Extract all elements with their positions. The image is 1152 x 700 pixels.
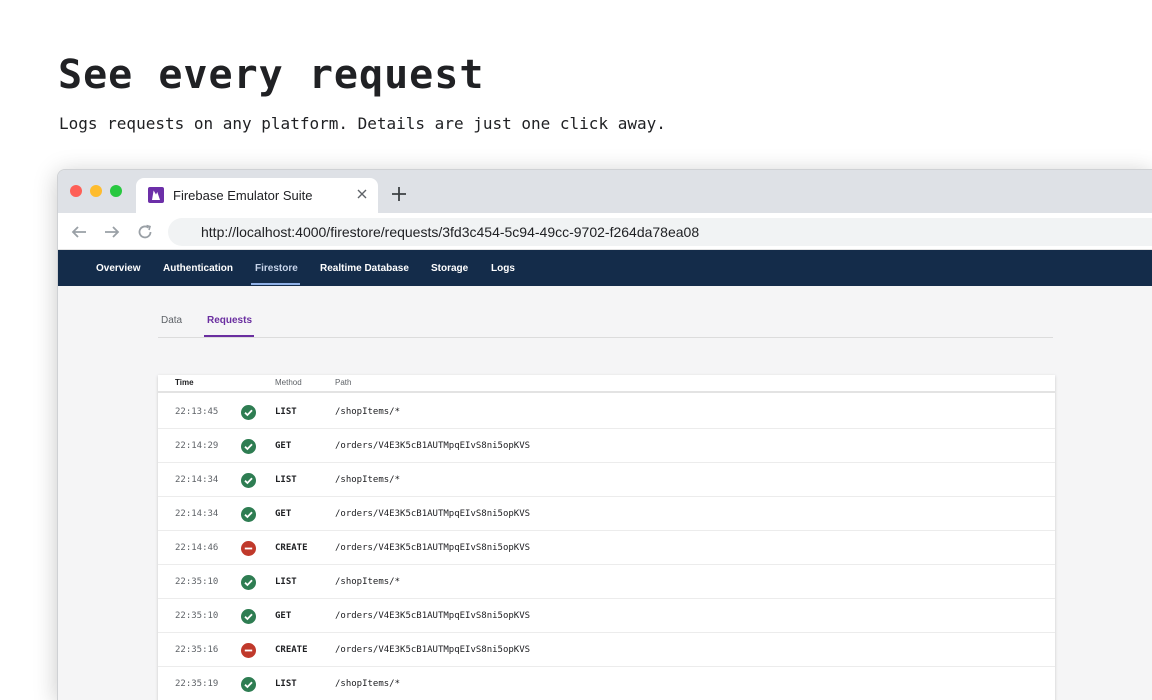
- header-path: Path: [335, 378, 352, 387]
- firebase-favicon-icon: [148, 187, 164, 203]
- nav-item-storage[interactable]: Storage: [431, 250, 468, 286]
- check-circle-icon: [241, 575, 256, 590]
- table-row[interactable]: 22:35:10 GET/orders/V4E3K5cB1AUTMpqEIvS8n…: [158, 599, 1055, 633]
- header-method: Method: [275, 378, 302, 387]
- request-path: /orders/V4E3K5cB1AUTMpqEIvS8ni5opKVS: [335, 543, 531, 553]
- request-time: 22:35:19: [175, 679, 219, 689]
- request-method: GET: [275, 441, 292, 451]
- table-row[interactable]: 22:35:19 LIST/shopItems/*: [158, 667, 1055, 700]
- table-row[interactable]: 22:14:46 CREATE/orders/V4E3K5cB1AUTMpqEIv…: [158, 531, 1055, 565]
- request-method: LIST: [275, 475, 297, 485]
- request-path: /orders/V4E3K5cB1AUTMpqEIvS8ni5opKVS: [335, 611, 531, 621]
- nav-item-authentication[interactable]: Authentication: [163, 250, 233, 286]
- table-row[interactable]: 22:14:29 GET/orders/V4E3K5cB1AUTMpqEIvS8n…: [158, 429, 1055, 463]
- check-circle-icon: [241, 677, 256, 692]
- nav-item-firestore[interactable]: Firestore: [255, 250, 298, 286]
- request-time: 22:35:10: [175, 611, 219, 621]
- app-nav-bar: Overview Authentication Firestore Realti…: [58, 250, 1152, 286]
- table-row[interactable]: 22:14:34 LIST/shopItems/*: [158, 463, 1055, 497]
- check-circle-icon: [241, 507, 256, 522]
- minus-circle-icon: [241, 643, 256, 658]
- tab-data[interactable]: Data: [161, 315, 182, 326]
- request-path: /shopItems/*: [335, 407, 401, 417]
- request-method: LIST: [275, 679, 297, 689]
- request-path: /shopItems/*: [335, 679, 401, 689]
- request-method: LIST: [275, 577, 297, 587]
- check-circle-icon: [241, 439, 256, 454]
- new-tab-icon[interactable]: [390, 185, 408, 203]
- nav-item-realtime-database[interactable]: Realtime Database: [320, 250, 409, 286]
- browser-tabstrip: Firebase Emulator Suite: [58, 170, 1152, 213]
- request-method: GET: [275, 509, 292, 519]
- tab-title: Firebase Emulator Suite: [173, 188, 313, 203]
- nav-active-indicator: [251, 283, 300, 285]
- request-method: CREATE: [275, 645, 308, 655]
- request-method: LIST: [275, 407, 297, 417]
- check-circle-icon: [241, 609, 256, 624]
- request-time: 22:35:10: [175, 577, 219, 587]
- close-window-button[interactable]: [70, 185, 82, 197]
- request-time: 22:13:45: [175, 407, 219, 417]
- hero-title: See every request: [58, 52, 485, 98]
- table-row[interactable]: 22:13:45 LIST/shopItems/*: [158, 395, 1055, 429]
- table-row[interactable]: 22:35:10 LIST/shopItems/*: [158, 565, 1055, 599]
- browser-toolbar: http://localhost:4000/firestore/requests…: [58, 213, 1152, 250]
- minus-circle-icon: [241, 541, 256, 556]
- request-time: 22:14:34: [175, 475, 219, 485]
- request-path: /orders/V4E3K5cB1AUTMpqEIvS8ni5opKVS: [335, 441, 531, 451]
- request-time: 22:14:34: [175, 509, 219, 519]
- maximize-window-button[interactable]: [110, 185, 122, 197]
- browser-window: Firebase Emulator Suite http://localhost…: [57, 169, 1152, 700]
- requests-table: Time Method Path 22:13:45 LIST/shopItems/…: [158, 375, 1055, 700]
- request-time: 22:14:46: [175, 543, 219, 553]
- table-row[interactable]: 22:35:16 CREATE/orders/V4E3K5cB1AUTMpqEIv…: [158, 633, 1055, 667]
- request-time: 22:14:29: [175, 441, 219, 451]
- header-time[interactable]: Time: [175, 378, 194, 387]
- table-row[interactable]: 22:14:34 GET/orders/V4E3K5cB1AUTMpqEIvS8n…: [158, 497, 1055, 531]
- forward-arrow-icon[interactable]: [103, 223, 121, 241]
- nav-item-overview[interactable]: Overview: [96, 250, 140, 286]
- request-method: GET: [275, 611, 292, 621]
- address-bar[interactable]: http://localhost:4000/firestore/requests…: [168, 218, 1152, 246]
- request-path: /orders/V4E3K5cB1AUTMpqEIvS8ni5opKVS: [335, 645, 531, 655]
- table-header: Time Method Path: [158, 375, 1055, 393]
- nav-item-logs[interactable]: Logs: [491, 250, 515, 286]
- tab-requests[interactable]: Requests: [207, 315, 252, 326]
- check-circle-icon: [241, 473, 256, 488]
- close-icon[interactable]: [354, 186, 370, 202]
- hero-subtitle: Logs requests on any platform. Details a…: [59, 114, 666, 133]
- request-time: 22:35:16: [175, 645, 219, 655]
- subtab-active-indicator: [204, 335, 254, 337]
- address-url: http://localhost:4000/firestore/requests…: [201, 224, 700, 240]
- request-path: /shopItems/*: [335, 577, 401, 587]
- request-path: /shopItems/*: [335, 475, 401, 485]
- request-path: /orders/V4E3K5cB1AUTMpqEIvS8ni5opKVS: [335, 509, 531, 519]
- browser-tab[interactable]: Firebase Emulator Suite: [136, 178, 378, 213]
- firestore-subtabs: Data Requests: [158, 286, 1053, 338]
- back-arrow-icon[interactable]: [70, 223, 88, 241]
- request-method: CREATE: [275, 543, 308, 553]
- minimize-window-button[interactable]: [90, 185, 102, 197]
- check-circle-icon: [241, 405, 256, 420]
- reload-icon[interactable]: [136, 223, 154, 241]
